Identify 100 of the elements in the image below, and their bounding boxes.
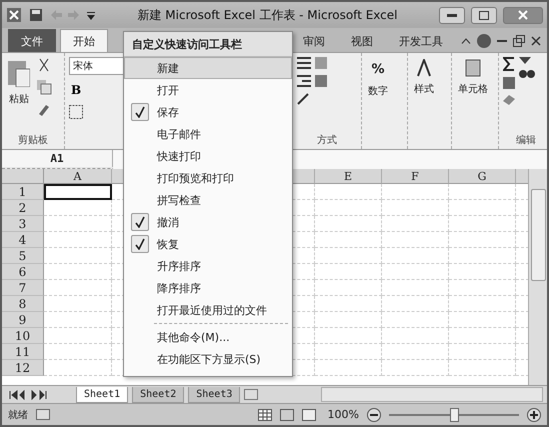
row-header[interactable]: 12 xyxy=(2,360,44,376)
scrollbar-thumb[interactable] xyxy=(530,189,546,281)
grid-cell[interactable] xyxy=(449,296,516,312)
grid-cell[interactable] xyxy=(315,216,382,232)
grid-cell[interactable] xyxy=(382,248,449,264)
paste-button[interactable]: 粘贴 xyxy=(6,57,32,108)
grid-cell[interactable] xyxy=(449,344,516,360)
bold-button[interactable]: B xyxy=(69,83,84,97)
grid-cell[interactable] xyxy=(315,328,382,344)
grid-cell[interactable] xyxy=(382,216,449,232)
grid-cell[interactable] xyxy=(449,360,516,376)
grid-cell[interactable] xyxy=(315,184,382,200)
grid-cell[interactable] xyxy=(382,296,449,312)
grid-cell[interactable] xyxy=(44,264,112,280)
menu-item[interactable]: 升序排序 xyxy=(124,255,292,277)
grid-cell[interactable] xyxy=(382,264,449,280)
row-header[interactable]: 9 xyxy=(2,312,44,328)
column-header[interactable]: A xyxy=(44,169,112,184)
zoom-slider-thumb[interactable] xyxy=(450,408,459,422)
cells-button[interactable]: 单元格 xyxy=(456,57,490,98)
grid-cell[interactable] xyxy=(449,264,516,280)
grid-cell[interactable] xyxy=(382,184,449,200)
menu-item[interactable]: 恢复 xyxy=(124,233,292,255)
ribbon-tab[interactable]: 开始 xyxy=(60,29,108,52)
grid-cell[interactable] xyxy=(382,328,449,344)
row-header[interactable]: 6 xyxy=(2,264,44,280)
grid-cell[interactable] xyxy=(315,296,382,312)
column-header[interactable]: F xyxy=(382,169,449,184)
row-header[interactable]: 5 xyxy=(2,248,44,264)
horizontal-scrollbar[interactable] xyxy=(321,387,543,402)
grid-cell[interactable] xyxy=(44,248,112,264)
grid-cell[interactable] xyxy=(44,216,112,232)
sheet-tab[interactable]: Sheet2 xyxy=(132,386,184,402)
grid-cell[interactable] xyxy=(382,344,449,360)
grid-cell[interactable] xyxy=(449,200,516,216)
grid-cell[interactable] xyxy=(44,280,112,296)
select-all-corner[interactable] xyxy=(2,169,44,184)
row-header[interactable]: 8 xyxy=(2,296,44,312)
sheet-tab[interactable]: Sheet3 xyxy=(188,386,240,402)
sheet-tab[interactable]: Sheet1 xyxy=(76,386,128,402)
menu-item[interactable]: 保存 xyxy=(124,101,292,123)
column-header[interactable]: E xyxy=(315,169,382,184)
menu-item[interactable]: 在功能区下方显示(S) xyxy=(124,348,292,370)
row-header[interactable]: 10 xyxy=(2,328,44,344)
row-header[interactable]: 3 xyxy=(2,216,44,232)
grid-cell[interactable] xyxy=(382,200,449,216)
menu-item[interactable]: 撤消 xyxy=(124,211,292,233)
grid-cell[interactable] xyxy=(382,360,449,376)
styles-button[interactable]: 样式 xyxy=(412,57,436,98)
grid-cell[interactable] xyxy=(44,312,112,328)
grid-cell[interactable] xyxy=(449,184,516,200)
menu-item[interactable]: 降序排序 xyxy=(124,277,292,299)
grid-cell[interactable] xyxy=(382,280,449,296)
menu-item[interactable]: 打开最近使用过的文件 xyxy=(124,299,292,321)
menu-item[interactable]: 打开 xyxy=(124,79,292,101)
grid-cell[interactable] xyxy=(449,232,516,248)
grid-cell[interactable] xyxy=(315,312,382,328)
menu-item[interactable]: 其他命令(M)... xyxy=(124,326,292,348)
ribbon-tab[interactable]: 文件 xyxy=(8,29,56,52)
row-header[interactable]: 11 xyxy=(2,344,44,360)
menu-item[interactable]: 打印预览和打印 xyxy=(124,167,292,189)
grid-cell[interactable] xyxy=(315,232,382,248)
grid-cell[interactable] xyxy=(382,232,449,248)
menu-item[interactable]: 新建 xyxy=(124,57,292,79)
menu-item[interactable]: 电子邮件 xyxy=(124,123,292,145)
active-cell[interactable] xyxy=(44,184,112,200)
ribbon-tab[interactable]: 开发工具 xyxy=(386,29,456,52)
grid-cell[interactable] xyxy=(315,200,382,216)
grid-cell[interactable] xyxy=(44,200,112,216)
grid-cell[interactable] xyxy=(315,344,382,360)
grid-cell[interactable] xyxy=(315,360,382,376)
close-button[interactable] xyxy=(503,6,543,24)
row-header[interactable]: 7 xyxy=(2,280,44,296)
name-box[interactable]: A1 xyxy=(2,150,113,167)
maximize-button[interactable] xyxy=(471,6,497,24)
grid-cell[interactable] xyxy=(44,296,112,312)
grid-cell[interactable] xyxy=(315,280,382,296)
number-button[interactable]: % 数字 xyxy=(366,57,390,100)
ribbon-tab[interactable]: 视图 xyxy=(338,29,386,52)
menu-item[interactable]: 拼写检查 xyxy=(124,189,292,211)
menu-item[interactable]: 快速打印 xyxy=(124,145,292,167)
grid-cell[interactable] xyxy=(449,280,516,296)
vertical-scrollbar[interactable] xyxy=(528,169,547,385)
grid-cell[interactable] xyxy=(44,360,112,376)
grid-cell[interactable] xyxy=(449,328,516,344)
grid-cell[interactable] xyxy=(315,248,382,264)
ribbon-tab[interactable]: 审阅 xyxy=(290,29,338,52)
row-header[interactable]: 1 xyxy=(2,184,44,200)
grid-cell[interactable] xyxy=(44,328,112,344)
grid-cell[interactable] xyxy=(449,248,516,264)
grid-cell[interactable] xyxy=(44,344,112,360)
grid-cell[interactable] xyxy=(449,216,516,232)
row-header[interactable]: 2 xyxy=(2,200,44,216)
grid-cell[interactable] xyxy=(382,312,449,328)
grid-cell[interactable] xyxy=(44,232,112,248)
minimize-button[interactable] xyxy=(439,6,465,24)
column-header[interactable]: G xyxy=(449,169,516,184)
grid-cell[interactable] xyxy=(449,312,516,328)
row-header[interactable]: 4 xyxy=(2,232,44,248)
grid-cell[interactable] xyxy=(315,264,382,280)
